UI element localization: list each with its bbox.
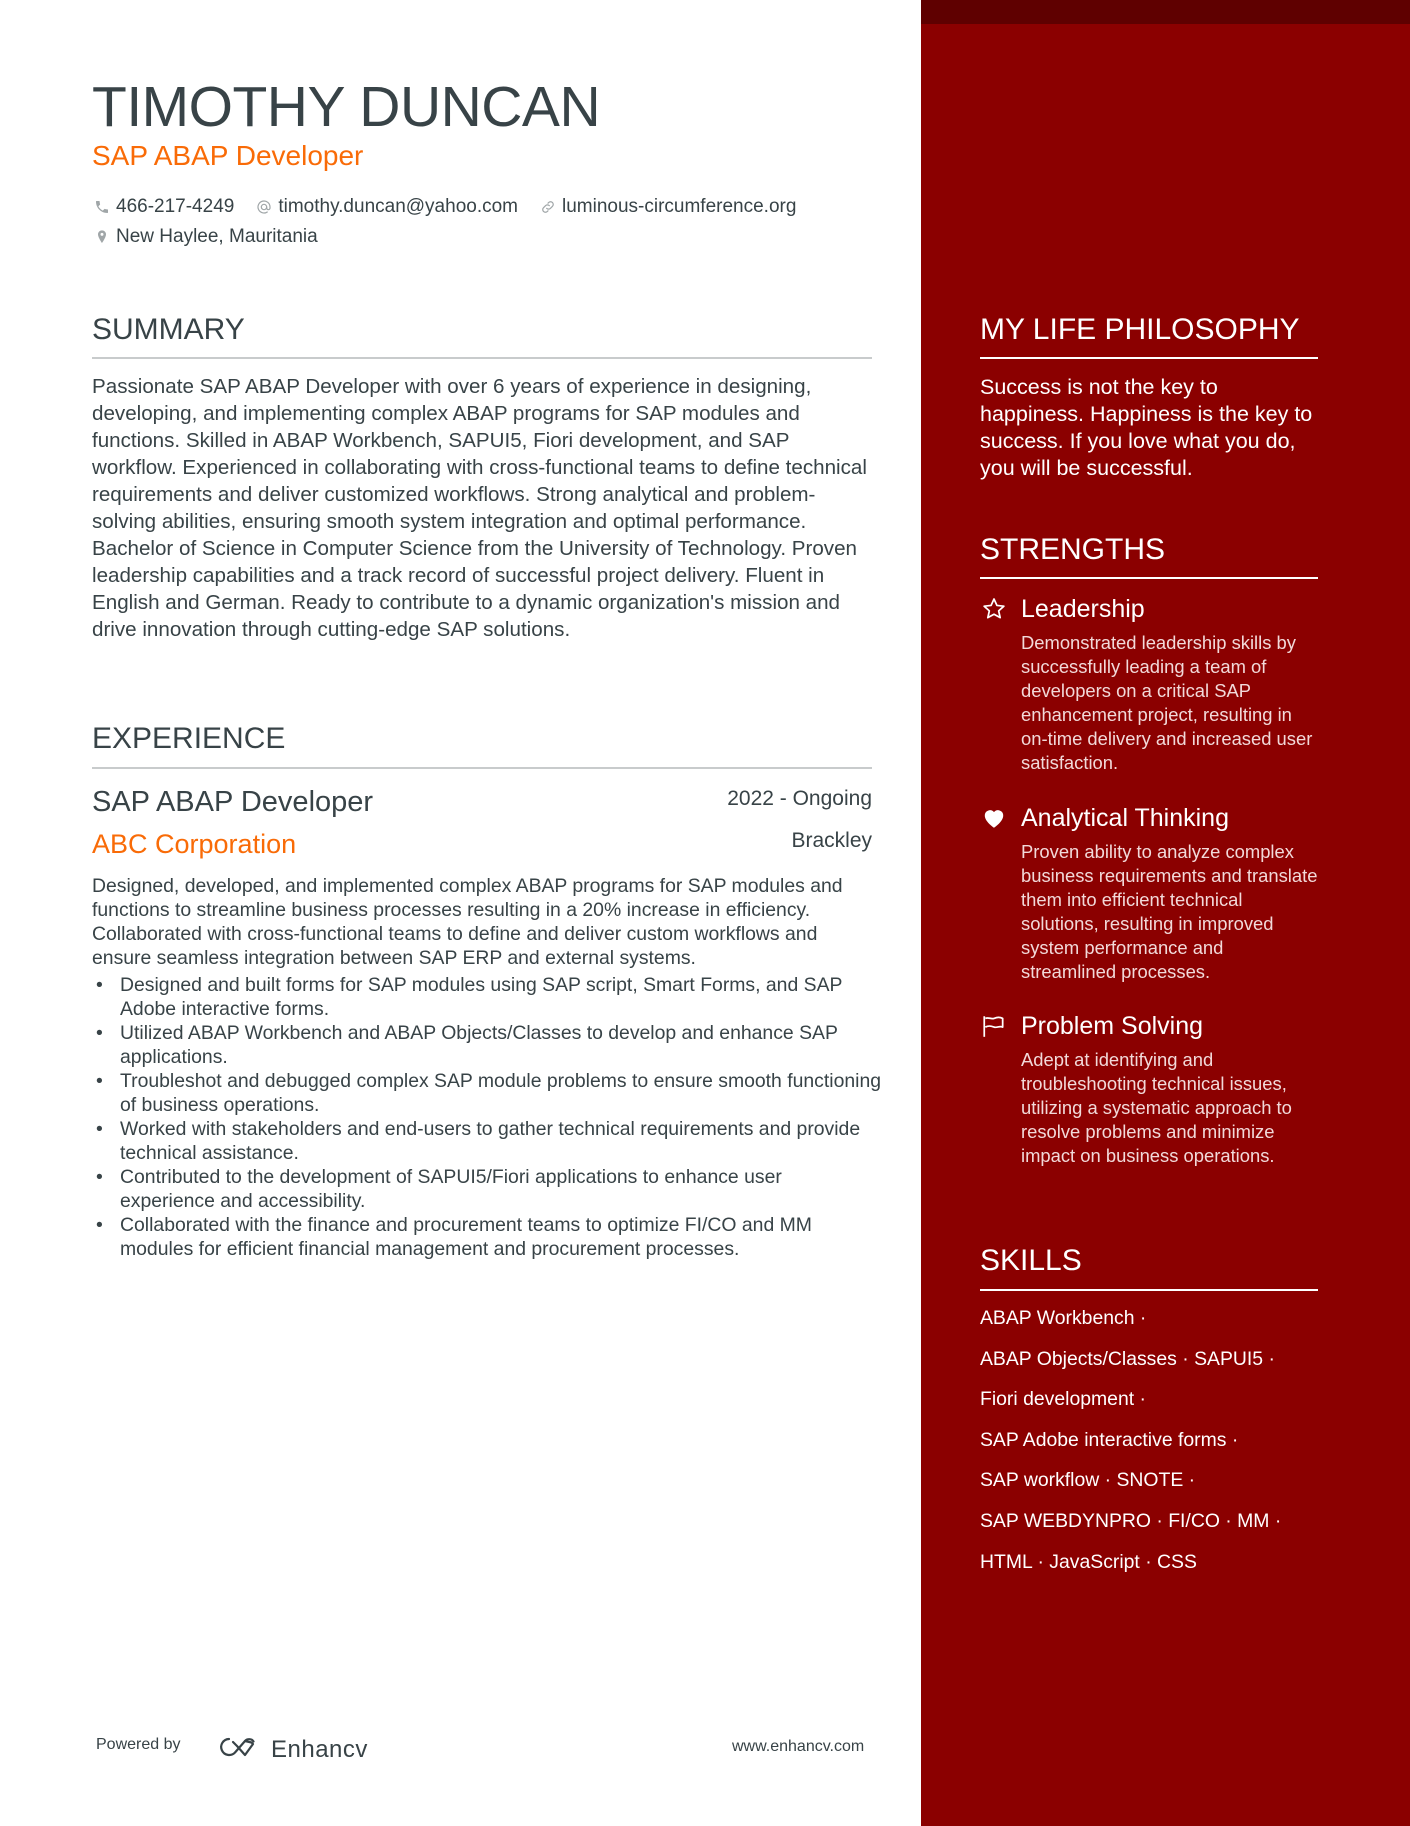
role-location: Brackley	[791, 829, 872, 852]
experience-divider	[92, 767, 872, 769]
summary-heading: SUMMARY	[92, 313, 245, 346]
strength-name: Leadership	[1021, 595, 1145, 623]
heart-icon	[980, 804, 1008, 832]
enhancv-logo-icon	[215, 1734, 261, 1765]
strength-name: Analytical Thinking	[1021, 804, 1229, 832]
skill-line: SAP WEBDYNPRO · FI/CO · MM ·	[980, 1509, 1282, 1532]
enhancv-brand: Enhancv	[271, 1735, 368, 1763]
contact-website[interactable]: luminous-circumference.org	[538, 196, 796, 218]
skill-line: ABAP Objects/Classes · SAPUI5 ·	[980, 1347, 1275, 1370]
achievement-list: Designed and built forms for SAP modules…	[92, 973, 882, 1261]
list-item: Designed and built forms for SAP modules…	[92, 973, 882, 1021]
at-icon	[254, 197, 274, 217]
contact-row: New Haylee, Mauritania	[92, 222, 816, 252]
list-item: Contributed to the development of SAPUI5…	[92, 1165, 882, 1213]
strength-description: Proven ability to analyze complex busine…	[1021, 841, 1318, 982]
role-dates: 2022 - Ongoing	[727, 787, 872, 810]
skill-line: SAP Adobe interactive forms ·	[980, 1428, 1239, 1451]
location-text: New Haylee, Mauritania	[116, 226, 318, 247]
summary-divider	[92, 357, 872, 359]
flag-icon	[980, 1012, 1008, 1040]
footer-url-link[interactable]: www.enhancv.com	[732, 1738, 864, 1756]
skill-line: HTML · JavaScript · CSS	[980, 1550, 1197, 1573]
enhancv-logo[interactable]: Enhancv	[215, 1734, 368, 1765]
skill-line: ABAP Workbench ·	[980, 1307, 1147, 1329]
phone-text: 466-217-4249	[116, 196, 235, 217]
candidate-title: SAP ABAP Developer	[92, 140, 364, 171]
sidebar-top-band	[921, 0, 1410, 24]
strength-description: Adept at identifying and troubleshooting…	[1021, 1049, 1292, 1166]
contact-location: New Haylee, Mauritania	[92, 226, 318, 248]
summary-text: Passionate SAP ABAP Developer with over …	[92, 375, 867, 641]
skills-divider	[980, 1289, 1318, 1291]
strengths-heading: STRENGTHS	[980, 533, 1166, 566]
contact-info: 466-217-4249 timothy.duncan@yahoo.com lu…	[92, 192, 816, 252]
role-description: Designed, developed, and implemented com…	[92, 875, 843, 969]
philosophy-text: Success is not the key to happiness. Hap…	[980, 375, 1313, 480]
sidebar: MY LIFE PHILOSOPHY Success is not the ke…	[921, 0, 1410, 1826]
location-pin-icon	[92, 227, 112, 247]
skills-heading: SKILLS	[980, 1244, 1082, 1277]
strengths-divider	[980, 577, 1318, 579]
powered-by-label: Powered by	[96, 1736, 181, 1753]
experience-heading: EXPERIENCE	[92, 722, 286, 755]
contact-email[interactable]: timothy.duncan@yahoo.com	[254, 196, 518, 218]
list-item: Collaborated with the finance and procur…	[92, 1213, 882, 1261]
philosophy-divider	[980, 357, 1318, 359]
website-text: luminous-circumference.org	[562, 196, 797, 217]
link-icon	[538, 197, 558, 217]
skills-list: ABAP Workbench · ABAP Objects/Classes · …	[980, 1302, 1318, 1586]
company-name: ABC Corporation	[92, 829, 297, 859]
email-text: timothy.duncan@yahoo.com	[278, 196, 518, 217]
contact-phone[interactable]: 466-217-4249	[92, 196, 234, 218]
role-title: SAP ABAP Developer	[92, 786, 374, 818]
strength-name: Problem Solving	[1021, 1012, 1204, 1040]
philosophy-heading: MY LIFE PHILOSOPHY	[980, 313, 1300, 346]
list-item: Utilized ABAP Workbench and ABAP Objects…	[92, 1021, 882, 1069]
phone-icon	[92, 197, 112, 217]
list-item: Worked with stakeholders and end-users t…	[92, 1117, 882, 1165]
contact-row: 466-217-4249 timothy.duncan@yahoo.com lu…	[92, 192, 816, 222]
candidate-name: TIMOTHY DUNCAN	[92, 75, 601, 139]
skill-line: SAP workflow · SNOTE ·	[980, 1469, 1196, 1492]
list-item: Troubleshot and debugged complex SAP mod…	[92, 1069, 882, 1117]
star-icon	[980, 595, 1008, 623]
strength-description: Demonstrated leadership skills by succes…	[1021, 632, 1313, 773]
skill-line: Fiori development ·	[980, 1388, 1146, 1411]
